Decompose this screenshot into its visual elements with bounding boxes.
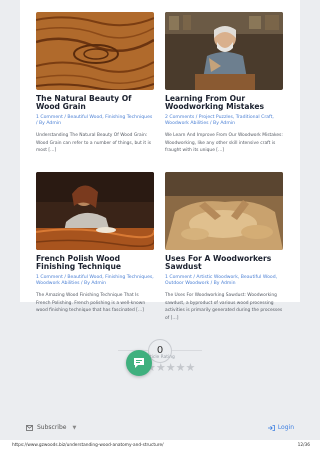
post-thumbnail[interactable]	[36, 12, 154, 90]
envelope-icon	[26, 424, 33, 431]
page-footer: https://www.gzwoods.biz/understanding-wo…	[0, 440, 320, 453]
wood-grain-image	[36, 12, 154, 90]
page-url[interactable]: https://www.gzwoods.biz/understanding-wo…	[12, 443, 164, 448]
woodworker-photo	[165, 12, 283, 90]
login-button[interactable]: Login	[267, 424, 294, 431]
post-title[interactable]: Learning From Our Woodworking Mistakes	[165, 94, 283, 112]
post-card: French Polish Wood Finishing Technique 1…	[36, 172, 154, 315]
post-excerpt: Understanding The Natural Beauty Of Wood…	[36, 133, 152, 154]
rating-stars[interactable]: ★★★★★	[146, 361, 195, 374]
post-card: Learning From Our Woodworking Mistakes 2…	[165, 12, 283, 155]
post-meta[interactable]: 1 Comment / Beautiful Wood, Finishing Te…	[36, 275, 154, 288]
post-card: The Natural Beauty Of Wood Grain 1 Comme…	[36, 12, 154, 155]
chat-bubble-icon	[134, 358, 144, 368]
post-excerpt: The Uses For Woodworking Sawdust: Woodwo…	[165, 293, 283, 321]
post-title[interactable]: Uses For A Woodworkers Sawdust	[165, 254, 283, 272]
login-label: Login	[277, 424, 294, 431]
post-meta[interactable]: 1 Comment / Beautiful Wood, Finishing Te…	[36, 115, 154, 128]
post-title[interactable]: French Polish Wood Finishing Technique	[36, 254, 154, 272]
post-meta[interactable]: 2 Comments / Project Puzzles, Traditiona…	[165, 115, 283, 128]
french-polish-photo	[36, 172, 154, 250]
chat-button[interactable]	[126, 350, 152, 376]
post-excerpt: We Learn And Improve From Our Woodwork M…	[165, 133, 283, 154]
page-number: 12/36	[297, 443, 310, 448]
post-thumbnail[interactable]	[165, 172, 283, 250]
post-card: Uses For A Woodworkers Sawdust 1 Comment…	[165, 172, 283, 322]
post-thumbnail[interactable]	[165, 12, 283, 90]
post-excerpt: The Amazing Wood Finishing Technique Tha…	[36, 293, 146, 314]
comment-bar: Subscribe ▼ Login	[0, 422, 320, 436]
chevron-down-icon[interactable]: ▼	[72, 425, 76, 431]
post-title[interactable]: The Natural Beauty Of Wood Grain	[36, 94, 154, 112]
sawdust-photo	[165, 172, 283, 250]
subscribe-button[interactable]: Subscribe ▼	[26, 424, 76, 431]
login-arrow-icon	[267, 424, 275, 431]
posts-panel: The Natural Beauty Of Wood Grain 1 Comme…	[20, 0, 300, 321]
post-thumbnail[interactable]	[36, 172, 154, 250]
subscribe-label: Subscribe	[37, 424, 67, 431]
post-meta[interactable]: 1 Comment / Artistic Woodwork, Beautiful…	[165, 275, 283, 288]
